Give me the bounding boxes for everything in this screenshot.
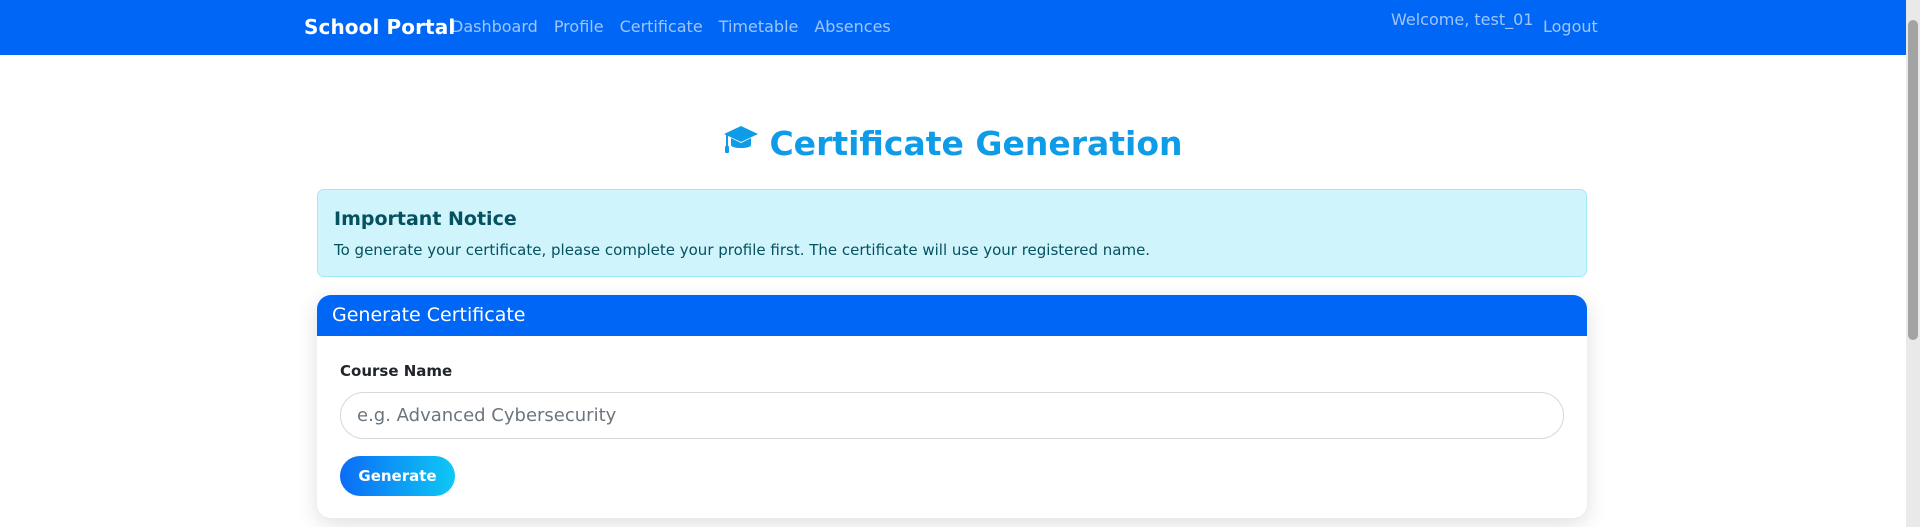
nav-link-timetable[interactable]: Timetable [719,17,799,36]
nav-link-absences[interactable]: Absences [814,17,890,36]
welcome-text: Welcome, test_01 [1391,10,1534,29]
nav-link-profile[interactable]: Profile [554,17,604,36]
important-notice-alert: Important Notice To generate your certif… [317,189,1587,277]
page: School Portal Dashboard Profile Certific… [0,0,1920,527]
generate-button[interactable]: Generate [340,456,455,496]
card-header: Generate Certificate [317,295,1587,336]
page-title: Certificate Generation [0,124,1906,166]
logout-link[interactable]: Logout [1543,17,1598,36]
graduation-cap-icon [723,123,759,163]
top-navbar: School Portal Dashboard Profile Certific… [0,0,1906,55]
nav-link-dashboard[interactable]: Dashboard [451,17,538,36]
course-name-input[interactable] [340,392,1564,439]
card-title: Generate Certificate [332,304,526,326]
scrollbar-thumb[interactable] [1908,20,1918,340]
course-name-label: Course Name [340,362,453,380]
nav-link-certificate[interactable]: Certificate [620,17,703,36]
brand-link[interactable]: School Portal [304,15,455,39]
generate-certificate-card: Generate Certificate Course Name Generat… [317,295,1587,518]
page-title-text: Certificate Generation [769,124,1183,163]
notice-text: To generate your certificate, please com… [334,241,1151,259]
notice-title: Important Notice [334,208,517,230]
nav-links: Dashboard Profile Certificate Timetable … [451,17,907,36]
